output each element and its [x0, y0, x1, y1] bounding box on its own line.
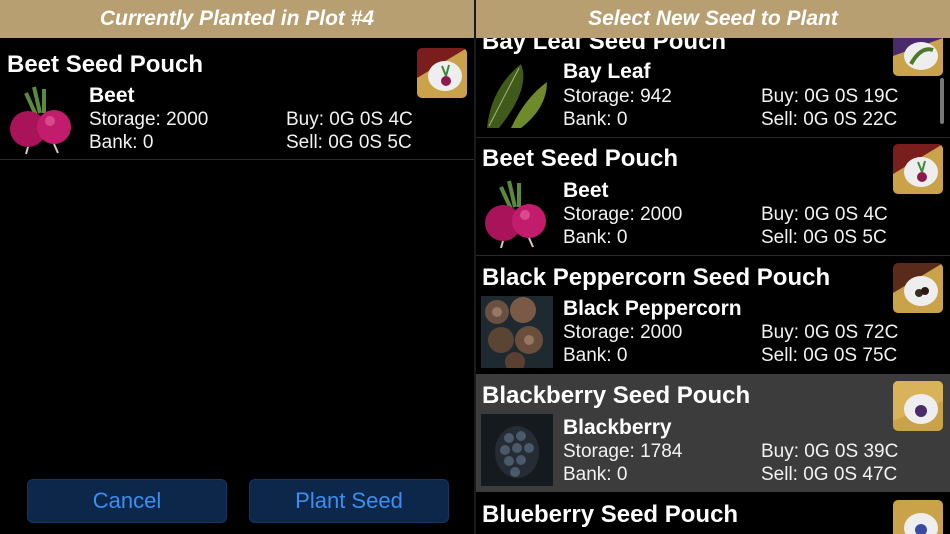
row-separator — [476, 255, 950, 256]
plant-seed-button[interactable]: Plant Seed — [249, 479, 449, 523]
seed-storage: Storage: 2000 — [563, 322, 683, 343]
current-plot-header: Currently Planted in Plot #4 — [0, 0, 474, 38]
seed-pouch-title: Blackberry Seed Pouch — [482, 382, 751, 409]
bay-leaf-pouch-icon — [893, 38, 943, 76]
seed-storage: Storage: 942 — [563, 86, 672, 107]
seed-buy-price: Buy: 0G 0S 19C — [761, 86, 899, 107]
seed-bank: Bank: 0 — [563, 464, 628, 485]
seed-pouch-title: Blueberry Seed Pouch — [482, 501, 739, 528]
seed-name: Blackberry — [563, 416, 672, 439]
current-buy-price: Buy: 0G 0S 4C — [286, 109, 413, 130]
seed-pouch-title: Beet Seed Pouch — [482, 145, 679, 172]
seed-bank: Bank: 0 — [563, 109, 628, 130]
cancel-button[interactable]: Cancel — [27, 479, 227, 523]
current-bank: Bank: 0 — [89, 132, 154, 153]
seed-sell-price: Sell: 0G 0S 22C — [761, 109, 898, 130]
current-seed-name: Beet — [89, 84, 135, 107]
seed-bank: Bank: 0 — [563, 227, 628, 248]
blackberry-image — [481, 414, 553, 486]
seed-buy-price: Buy: 0G 0S 39C — [761, 441, 899, 462]
current-sell-price: Sell: 0G 0S 5C — [286, 132, 412, 153]
blueberry-pouch-icon — [893, 500, 943, 534]
seed-name: Black Peppercorn — [563, 297, 742, 320]
beet-pouch-icon — [893, 144, 943, 194]
seed-sell-price: Sell: 0G 0S 47C — [761, 464, 898, 485]
seed-storage: Storage: 1784 — [563, 441, 683, 462]
seed-sell-price: Sell: 0G 0S 75C — [761, 345, 898, 366]
seed-storage: Storage: 2000 — [563, 204, 683, 225]
black-peppercorn-image — [481, 296, 553, 368]
seed-sell-price: Sell: 0G 0S 5C — [761, 227, 887, 248]
seed-name: Bay Leaf — [563, 60, 651, 83]
seed-buy-price: Buy: 0G 0S 72C — [761, 322, 899, 343]
seed-pouch-title: Bay Leaf Seed Pouch — [482, 38, 727, 55]
bay-leaf-image — [481, 58, 553, 130]
select-seed-header: Select New Seed to Plant — [476, 0, 950, 38]
blackberry-pouch-icon — [893, 381, 943, 431]
seed-buy-price: Buy: 0G 0S 4C — [761, 204, 888, 225]
seed-name: Beet — [563, 179, 609, 202]
row-separator — [476, 137, 950, 138]
peppercorn-pouch-icon — [893, 263, 943, 313]
seed-bank: Bank: 0 — [563, 345, 628, 366]
left-separator — [0, 159, 474, 160]
list-scrollbar[interactable] — [940, 78, 944, 124]
beet-image — [6, 83, 78, 155]
seed-pouch-title: Black Peppercorn Seed Pouch — [482, 264, 831, 291]
current-storage: Storage: 2000 — [89, 109, 209, 130]
beet-pouch-icon — [417, 48, 467, 98]
beet-image — [481, 177, 553, 249]
current-pouch-title: Beet Seed Pouch — [7, 51, 204, 78]
